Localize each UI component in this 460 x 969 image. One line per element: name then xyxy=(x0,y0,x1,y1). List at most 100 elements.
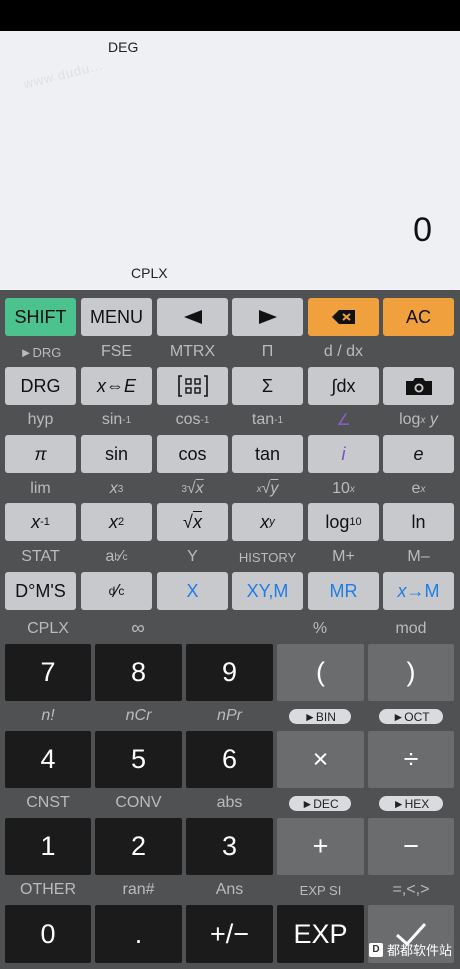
digit-4-button[interactable]: 4 xyxy=(5,731,91,788)
x-e-swap-button[interactable]: x⇔E xyxy=(81,367,152,405)
ans-label: Ans xyxy=(215,881,244,898)
x-variable-button[interactable]: X xyxy=(157,572,228,610)
to-dec-label: ►DEC xyxy=(289,796,351,811)
digit-1-button[interactable]: 1 xyxy=(5,818,91,875)
hyp-label: hyp xyxy=(5,409,76,431)
store-memory-button[interactable]: x →M xyxy=(383,572,454,610)
mixed-fraction-label: a b ⁄ c xyxy=(105,548,128,565)
enter-button[interactable] xyxy=(368,905,454,963)
abs-label: abs xyxy=(216,794,243,811)
ten-power-label: 10 x xyxy=(332,480,355,497)
arrow-left-icon xyxy=(183,310,202,324)
cube-label: x3 xyxy=(109,480,124,497)
logxy-label: log x y xyxy=(399,411,438,428)
negate-button[interactable]: +/− xyxy=(186,905,273,963)
infinity-label: ∞ xyxy=(131,618,145,639)
npr-label: nPr xyxy=(217,707,242,724)
inverse-button[interactable]: x -1 xyxy=(5,503,76,541)
camera-button[interactable] xyxy=(383,367,454,405)
complex-mode-indicator: CPLX xyxy=(131,265,168,281)
watermark-text: www.dudu... xyxy=(22,57,106,92)
ncr-label: nCr xyxy=(125,707,152,724)
tan-button[interactable]: tan xyxy=(232,435,303,473)
divide-button[interactable]: ÷ xyxy=(368,731,454,788)
e-power-label: ex xyxy=(411,480,426,497)
plus-button[interactable]: + xyxy=(277,818,364,875)
minus-button[interactable]: − xyxy=(368,818,454,875)
cos-button[interactable]: cos xyxy=(157,435,228,473)
digit-6-button[interactable]: 6 xyxy=(186,731,273,788)
hyp-label-text: hyp xyxy=(27,411,54,428)
digit-3-button[interactable]: 3 xyxy=(186,818,273,875)
stat-label: STAT xyxy=(21,548,60,565)
angle-mode-indicator: DEG xyxy=(108,39,139,55)
dms-button[interactable]: D°M'S xyxy=(5,572,76,610)
acos-label: cos -1 xyxy=(175,411,210,428)
y-label: Y xyxy=(187,548,198,565)
multiply-button[interactable]: × xyxy=(277,731,364,788)
digit-2-button[interactable]: 2 xyxy=(95,818,182,875)
calculator-display: DEG www.dudu... 0 CPLX xyxy=(0,31,460,290)
digit-0-button[interactable]: 0 xyxy=(5,905,91,963)
status-bar xyxy=(0,0,460,31)
matrix-button[interactable] xyxy=(157,367,228,405)
fse-label: FSE xyxy=(100,343,133,360)
integral-button[interactable]: ∫dx xyxy=(308,367,379,405)
lim-label: lim xyxy=(30,480,51,497)
cube-root-label: 3 √ x xyxy=(181,480,204,497)
close-paren-button[interactable]: ) xyxy=(368,644,454,701)
decimal-point-button[interactable]: . xyxy=(95,905,182,963)
exp-button[interactable]: EXP xyxy=(277,905,364,963)
pi-button[interactable]: π xyxy=(5,435,76,473)
power-button[interactable]: xy xyxy=(232,503,303,541)
to-bin-label: ►BIN xyxy=(289,709,351,724)
digit-7-button[interactable]: 7 xyxy=(5,644,91,701)
cursor-left-button[interactable] xyxy=(157,298,228,336)
fraction-button[interactable]: d ⁄ c xyxy=(81,572,152,610)
keypad: SHIFT MENU AC ►DRG FSE MTRX Π d / dx DRG… xyxy=(0,290,460,969)
cplx-label: CPLX xyxy=(27,620,69,637)
arrow-right-icon xyxy=(258,310,277,324)
digit-5-button[interactable]: 5 xyxy=(95,731,182,788)
exp-si-label: EXP SI xyxy=(299,882,342,898)
factorial-label: n! xyxy=(41,707,55,724)
other-label: OTHER xyxy=(20,881,76,898)
backspace-button[interactable] xyxy=(308,298,379,336)
square-button[interactable]: x2 xyxy=(81,503,152,541)
comparison-label: =,<,> xyxy=(392,881,430,898)
random-label: ran# xyxy=(122,881,155,898)
backspace-icon xyxy=(331,310,355,324)
sqrt-button[interactable]: √ x xyxy=(157,503,228,541)
to-hex-label: ►HEX xyxy=(379,796,443,811)
summation-button[interactable]: Σ xyxy=(232,367,303,405)
product-label: Π xyxy=(261,343,274,360)
log10-button[interactable]: log 10 xyxy=(308,503,379,541)
cnst-label: CNST xyxy=(26,794,70,811)
mod-label: mod xyxy=(395,620,427,637)
conv-label: CONV xyxy=(115,794,162,811)
cursor-right-button[interactable] xyxy=(232,298,303,336)
mtrx-label: MTRX xyxy=(169,343,216,360)
euler-button[interactable]: e xyxy=(383,435,454,473)
history-label: HISTORY xyxy=(238,549,297,565)
memory-recall-button[interactable]: MR xyxy=(308,572,379,610)
angle-label: ∠ xyxy=(336,412,351,429)
digit-9-button[interactable]: 9 xyxy=(186,644,273,701)
derivative-label: d / dx xyxy=(323,343,364,360)
open-paren-button[interactable]: ( xyxy=(277,644,364,701)
atan-label: tan -1 xyxy=(251,411,284,428)
shift-button[interactable]: SHIFT xyxy=(5,298,76,336)
sin-button[interactable]: sin xyxy=(81,435,152,473)
percent-label: % xyxy=(312,620,328,637)
drg-convert-label: ►DRG xyxy=(19,344,62,360)
imaginary-button[interactable]: i xyxy=(308,435,379,473)
ln-button[interactable]: ln xyxy=(383,503,454,541)
all-clear-button[interactable]: AC xyxy=(383,298,454,336)
to-oct-label: ►OCT xyxy=(379,709,443,724)
check-icon xyxy=(395,922,427,947)
digit-8-button[interactable]: 8 xyxy=(95,644,182,701)
result-value: 0 xyxy=(413,211,432,249)
drg-button[interactable]: DRG xyxy=(5,367,76,405)
xym-button[interactable]: XY,M xyxy=(232,572,303,610)
menu-button[interactable]: MENU xyxy=(81,298,152,336)
